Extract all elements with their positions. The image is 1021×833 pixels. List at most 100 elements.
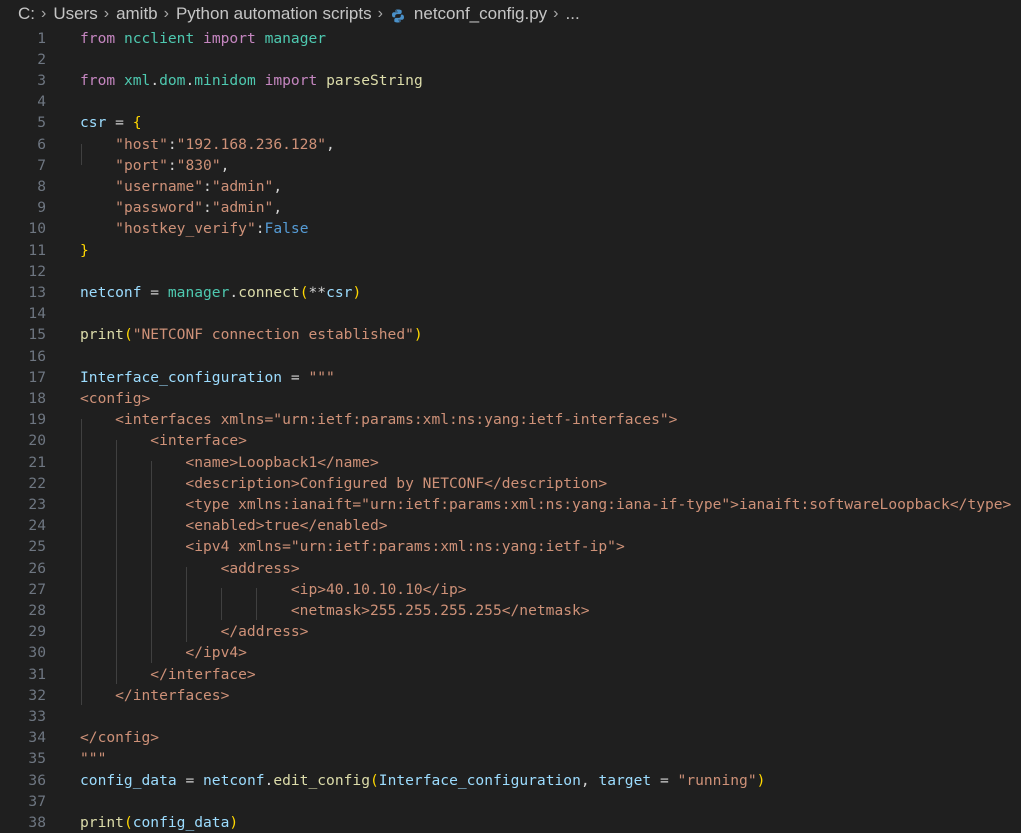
code-line[interactable]: 10 "hostkey_verify":False (0, 218, 1021, 239)
code-token: minidom (194, 71, 256, 89)
code-token: , (580, 771, 599, 789)
code-line[interactable]: 9 "password":"admin", (0, 197, 1021, 218)
chevron-right-icon: › (41, 4, 47, 22)
line-number: 32 (28, 686, 46, 704)
code-line[interactable]: 29 </address> (0, 621, 1021, 642)
code-content: "hostkey_verify":False (80, 218, 308, 239)
code-token: "username" (115, 177, 204, 195)
code-token: = (106, 114, 133, 132)
code-line[interactable]: 7 "port":"830", (0, 155, 1021, 176)
code-line[interactable]: 14 (0, 303, 1021, 324)
breadcrumb-item-drive[interactable]: C: (18, 4, 35, 24)
code-content: "password":"admin", (80, 197, 282, 218)
code-content: from xml.dom.minidom import parseString (80, 70, 423, 91)
code-line[interactable]: 22 <description>Configured by NETCONF</d… (0, 473, 1021, 494)
code-token: = (176, 771, 204, 789)
code-line[interactable]: 25 <ipv4 xmlns="urn:ietf:params:xml:ns:y… (0, 536, 1021, 557)
code-line[interactable]: 16 (0, 346, 1021, 367)
code-line[interactable]: 19 <interfaces xmlns="urn:ietf:params:xm… (0, 409, 1021, 430)
code-line[interactable]: 34 </config> (0, 727, 1021, 748)
code-line[interactable]: 33 (0, 706, 1021, 727)
code-token: <config> (80, 389, 151, 407)
line-number: 26 (28, 559, 46, 577)
code-token: , (273, 199, 283, 217)
code-line[interactable]: 13 netconf = manager.connect(**csr) (0, 282, 1021, 303)
code-line[interactable]: 11} (0, 240, 1021, 261)
line-number: 37 (28, 792, 46, 810)
code-content: <address> (80, 558, 300, 579)
code-token: from (80, 71, 116, 89)
code-token: </address> (80, 623, 309, 641)
code-token: csr (326, 283, 353, 301)
code-token: <ip>40.10.10.10</ip> (80, 580, 467, 598)
line-number: 10 (28, 220, 46, 238)
code-token: "password" (115, 199, 204, 217)
code-editor[interactable]: 1 from ncclient import manager 2 3 from xml.… (0, 27, 1021, 831)
breadcrumb: C: › Users › amitb › Python automation s… (0, 0, 1021, 27)
line-number: 15 (28, 326, 46, 344)
code-token: <name>Loopback1</name> (80, 453, 379, 471)
line-number: 4 (37, 93, 46, 111)
code-line[interactable]: 23 <type xmlns:ianaift="urn:ietf:params:… (0, 494, 1021, 515)
breadcrumb-item-file[interactable]: netconf_config.py (414, 4, 547, 24)
code-token: <interface> (80, 432, 247, 450)
code-line[interactable]: 30 </ipv4> (0, 642, 1021, 663)
code-line[interactable]: 20 <interface> (0, 430, 1021, 451)
line-number: 7 (37, 156, 46, 174)
code-token: ) (352, 283, 362, 301)
code-token: <description>Configured by NETCONF</desc… (80, 474, 608, 492)
code-content: "username":"admin", (80, 176, 282, 197)
code-line[interactable]: 36 config_data = netconf.edit_config(Inte… (0, 770, 1021, 791)
breadcrumb-item-users[interactable]: Users (53, 4, 97, 24)
code-token: : (167, 156, 177, 174)
code-token: import (264, 71, 318, 89)
code-line[interactable]: 21 <name>Loopback1</name> (0, 452, 1021, 473)
code-line[interactable]: 27 <ip>40.10.10.10</ip> (0, 579, 1021, 600)
breadcrumb-item-amitb[interactable]: amitb (116, 4, 158, 24)
code-content: <config> (80, 388, 150, 409)
code-line[interactable]: 28 <netmask>255.255.255.255</netmask> (0, 600, 1021, 621)
line-number: 16 (28, 347, 46, 365)
code-token: print (80, 326, 124, 344)
code-line[interactable]: 17 Interface_configuration = """ (0, 367, 1021, 388)
code-line[interactable]: 4 (0, 91, 1021, 112)
code-line[interactable]: 18 <config> (0, 388, 1021, 409)
code-line[interactable]: 2 (0, 49, 1021, 70)
code-line[interactable]: 32 </interfaces> (0, 685, 1021, 706)
code-token: ) (229, 813, 239, 831)
code-token: : (203, 177, 212, 195)
code-line[interactable]: 5 csr = { (0, 112, 1021, 133)
code-content: <name>Loopback1</name> (80, 452, 379, 473)
chevron-right-icon: › (103, 4, 110, 22)
line-number: 25 (28, 538, 46, 556)
line-number: 18 (28, 389, 46, 407)
breadcrumb-item-symbols[interactable]: ... (566, 4, 580, 24)
code-line[interactable]: 8 "username":"admin", (0, 176, 1021, 197)
code-line[interactable]: 3 from xml.dom.minidom import parseString (0, 70, 1021, 91)
code-line[interactable]: 6 "host":"192.168.236.128", (0, 134, 1021, 155)
code-line[interactable]: 26 <address> (0, 558, 1021, 579)
breadcrumb-item-folder[interactable]: Python automation scripts (176, 4, 372, 24)
line-number: 22 (28, 474, 46, 492)
code-token: { (132, 114, 142, 132)
code-line[interactable]: 35 """ (0, 748, 1021, 769)
code-line[interactable]: 12 (0, 261, 1021, 282)
code-line[interactable]: 15 print("NETCONF connection established"… (0, 324, 1021, 345)
code-line[interactable]: 31 </interface> (0, 664, 1021, 685)
code-line[interactable]: 37 (0, 791, 1021, 812)
code-token: <interfaces xmlns="urn:ietf:params:xml:n… (80, 411, 678, 429)
code-content: </ipv4> (80, 642, 247, 663)
code-line[interactable]: 1 from ncclient import manager (0, 28, 1021, 49)
code-token: : (203, 199, 212, 217)
line-number: 27 (28, 580, 46, 598)
code-token: config_data (80, 771, 177, 789)
code-token: import (203, 29, 256, 47)
code-token: . (229, 283, 239, 301)
line-number: 8 (37, 177, 46, 195)
code-line[interactable]: 24 <enabled>true</enabled> (0, 515, 1021, 536)
